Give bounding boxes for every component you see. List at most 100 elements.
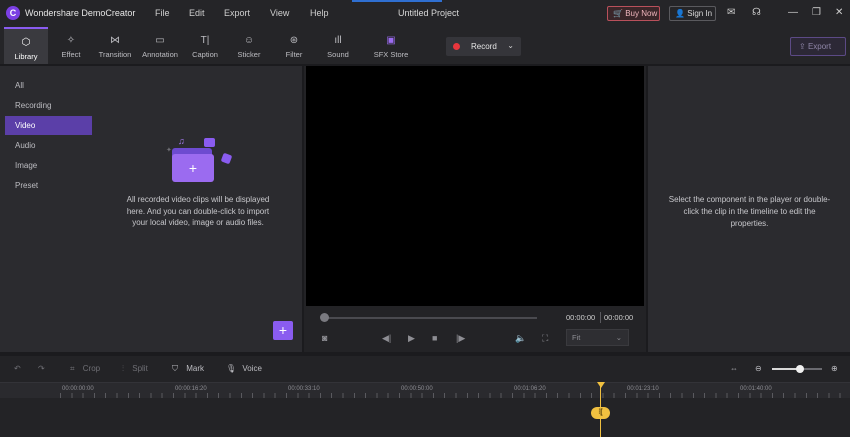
tab-transition-label: Transition xyxy=(98,50,132,59)
menu-file[interactable]: File xyxy=(155,8,170,18)
library-icon: ⬡ xyxy=(21,37,31,48)
playback-progress-bar[interactable] xyxy=(321,317,537,319)
previous-frame-icon[interactable]: ◀| xyxy=(382,332,391,344)
library-nav-preset[interactable]: Preset xyxy=(5,176,92,195)
minimize-icon[interactable]: — xyxy=(788,7,798,19)
crop-label: Crop xyxy=(82,364,101,373)
buy-now-button[interactable]: 🛒 Buy Now xyxy=(607,6,660,21)
sfx-store-icon: ▣ xyxy=(386,35,396,46)
mark-button[interactable]: ⛉ Mark xyxy=(172,364,204,374)
microphone-icon: 🎙 xyxy=(226,364,237,373)
tab-sound[interactable]: ıll Sound xyxy=(321,27,355,64)
stop-icon[interactable]: ■ xyxy=(432,332,437,344)
zoom-in-icon[interactable]: ⊕ xyxy=(831,364,838,374)
fit-timeline-icon[interactable]: ⇔ xyxy=(730,364,738,374)
library-empty-message: All recorded video clips will be display… xyxy=(126,195,270,227)
chevron-down-icon: ⌄ xyxy=(615,333,622,342)
headset-icon[interactable]: ☊ xyxy=(752,7,761,19)
tab-sticker-label: Sticker xyxy=(237,50,261,59)
annotation-icon: ▭ xyxy=(155,35,165,46)
current-time: 00:00:00 xyxy=(566,313,596,322)
fit-dropdown[interactable]: Fit ⌄ xyxy=(566,329,629,346)
split-label: Split xyxy=(132,364,148,373)
library-nav-video[interactable]: Video xyxy=(5,116,92,135)
timeline-zoom-handle[interactable] xyxy=(796,365,804,373)
menu-edit[interactable]: Edit xyxy=(189,8,205,18)
record-button[interactable]: Record ⌄ xyxy=(446,37,521,56)
fullscreen-icon[interactable]: ⛶ xyxy=(542,332,548,344)
tab-caption[interactable]: T| Caption xyxy=(187,27,223,64)
import-media-button[interactable]: + xyxy=(273,321,293,340)
record-label: Record xyxy=(471,42,497,51)
menu-help[interactable]: Help xyxy=(310,8,329,18)
tab-annotation-label: Annotation xyxy=(142,50,178,59)
folder-add-icon: + xyxy=(172,154,214,182)
app-logo: C xyxy=(6,6,20,20)
transition-icon: ⋈ xyxy=(110,35,120,46)
tab-sfx-store[interactable]: ▣ SFX Store xyxy=(370,27,412,64)
export-button[interactable]: ⇪ Export xyxy=(790,37,846,56)
buy-now-label: Buy Now xyxy=(625,9,658,18)
sound-icon: ıll xyxy=(334,35,342,46)
properties-panel: Select the component in the player or do… xyxy=(648,66,850,352)
tab-library[interactable]: ⬡ Library xyxy=(4,27,48,64)
ruler-label: 00:01:23:10 xyxy=(627,386,659,392)
preview-screen[interactable] xyxy=(306,66,644,306)
user-icon: 👤 xyxy=(675,9,685,18)
tab-annotation[interactable]: ▭ Annotation xyxy=(138,27,182,64)
app-name: Wondershare DemoCreator xyxy=(25,8,136,18)
library-nav-audio[interactable]: Audio xyxy=(5,136,92,155)
mail-icon[interactable]: ✉ xyxy=(727,7,735,19)
playhead-split-icon[interactable]: ⫶[ xyxy=(591,407,610,419)
ruler-label: 00:00:50:00 xyxy=(401,386,433,392)
menu-view[interactable]: View xyxy=(270,8,289,18)
crop-icon: ⌗ xyxy=(70,364,75,373)
playback-progress-handle[interactable] xyxy=(320,313,329,322)
total-time: 00:00:00 xyxy=(604,313,634,322)
close-icon[interactable]: ✕ xyxy=(835,7,843,19)
empty-folder-illustration: ✦ ♫ + xyxy=(164,136,234,188)
sticker-icon: ☺ xyxy=(243,35,255,46)
tab-sticker[interactable]: ☺ Sticker xyxy=(231,27,267,64)
effect-icon: ✧ xyxy=(66,35,76,46)
caption-icon: T| xyxy=(200,35,210,46)
voice-label: Voice xyxy=(242,364,262,373)
split-button[interactable]: ⫶ Split xyxy=(122,364,148,374)
voice-button[interactable]: 🎙 Voice xyxy=(226,364,262,374)
crop-button[interactable]: ⌗ Crop xyxy=(70,364,100,374)
library-nav-recording[interactable]: Recording xyxy=(5,96,92,115)
play-icon[interactable]: ▶ xyxy=(408,332,415,344)
playhead-handle[interactable] xyxy=(597,382,605,388)
redo-icon[interactable]: ↷ xyxy=(38,364,45,374)
ruler-label: 00:00:16:20 xyxy=(175,386,207,392)
tab-effect-label: Effect xyxy=(61,50,81,59)
zoom-out-icon[interactable]: ⊖ xyxy=(755,364,762,374)
next-frame-icon[interactable]: |▶ xyxy=(456,332,465,344)
menu-export[interactable]: Export xyxy=(224,8,250,18)
tab-effect[interactable]: ✧ Effect xyxy=(53,27,89,64)
preview-player: 00:00:00 00:00:00 ◙ ◀| ▶ ■ |▶ 🔈 ⛶ Fit ⌄ xyxy=(304,66,646,352)
library-nav-image[interactable]: Image xyxy=(5,156,92,175)
sign-in-button[interactable]: 👤 Sign In xyxy=(669,6,716,21)
restore-icon[interactable]: ❐ xyxy=(812,7,821,19)
export-label: Export xyxy=(807,42,832,51)
ruler-label: 00:01:06:20 xyxy=(514,386,546,392)
tab-filter[interactable]: ⊛ Filter xyxy=(277,27,311,64)
ruler-label: 00:01:40:00 xyxy=(740,386,772,392)
volume-icon[interactable]: 🔈 xyxy=(515,332,526,344)
project-title: Untitled Project xyxy=(398,8,460,18)
cart-icon: 🛒 xyxy=(613,9,623,18)
timeline-tracks[interactable] xyxy=(0,398,850,437)
tab-caption-label: Caption xyxy=(192,50,218,59)
chevron-down-icon[interactable]: ⌄ xyxy=(507,41,514,50)
mark-label: Mark xyxy=(186,364,205,373)
snapshot-icon[interactable]: ◙ xyxy=(322,332,327,344)
library-nav-all[interactable]: All xyxy=(5,76,92,95)
undo-icon[interactable]: ↶ xyxy=(14,364,21,374)
sign-in-label: Sign In xyxy=(687,9,713,18)
timeline-ruler[interactable]: 00:00:00:00 00:00:16:20 00:00:33:10 00:0… xyxy=(0,382,850,398)
ruler-label: 00:00:33:10 xyxy=(288,386,320,392)
tab-transition[interactable]: ⋈ Transition xyxy=(95,27,135,64)
mark-icon: ⛉ xyxy=(172,364,178,373)
split-icon: ⫶ xyxy=(122,364,124,373)
